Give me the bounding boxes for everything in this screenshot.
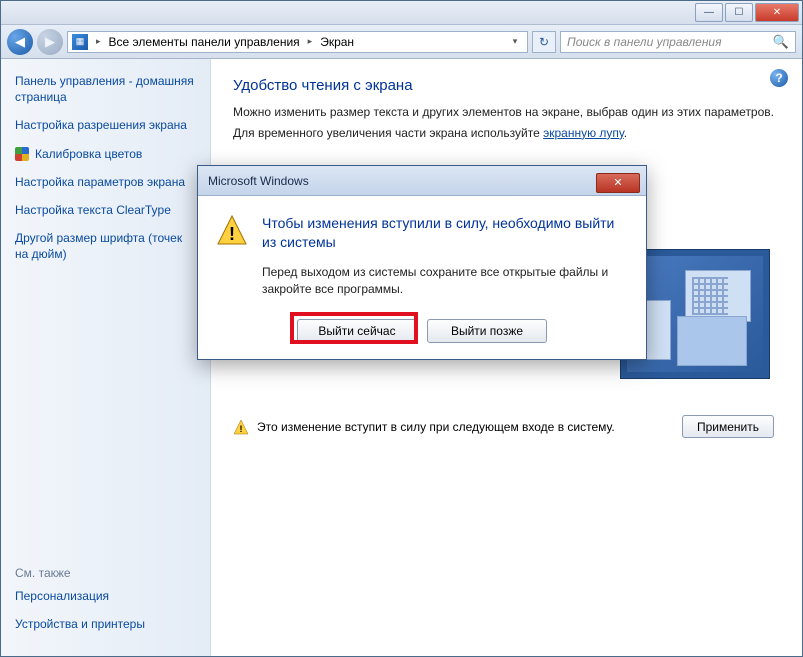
pending-change-warning: ! Это изменение вступит в силу при следу… bbox=[233, 419, 652, 435]
sidebar-link-resolution[interactable]: Настройка разрешения экрана bbox=[15, 117, 196, 133]
breadcrumb-sep-icon: ▸ bbox=[92, 36, 105, 47]
see-also-devices[interactable]: Устройства и принтеры bbox=[15, 616, 196, 632]
control-panel-icon: ▦ bbox=[72, 34, 88, 50]
dialog-titlebar: Microsoft Windows ✕ bbox=[198, 166, 646, 196]
dialog-close-button[interactable]: ✕ bbox=[596, 173, 640, 193]
sidebar-see-also: См. также Персонализация Устройства и пр… bbox=[15, 566, 196, 644]
magnifier-link[interactable]: экранную лупу bbox=[543, 126, 624, 140]
sidebar-link-calibrate[interactable]: Калибровка цветов bbox=[35, 146, 142, 162]
sidebar-link-dpi[interactable]: Другой размер шрифта (точек на дюйм) bbox=[15, 230, 196, 262]
breadcrumb-sep-icon: ▸ bbox=[304, 36, 317, 47]
maximize-button[interactable]: ☐ bbox=[725, 3, 753, 22]
back-button[interactable]: ◀ bbox=[7, 29, 33, 55]
logoff-later-button[interactable]: Выйти позже bbox=[427, 319, 547, 343]
sidebar-home-link[interactable]: Панель управления - домашняя страница bbox=[15, 73, 196, 105]
dialog-title: Microsoft Windows bbox=[208, 174, 309, 188]
apply-button[interactable]: Применить bbox=[682, 415, 774, 438]
page-description-1: Можно изменить размер текста и других эл… bbox=[233, 104, 780, 121]
see-also-header: См. также bbox=[15, 566, 196, 580]
breadcrumb-segment[interactable]: Все элементы панели управления bbox=[109, 35, 300, 49]
address-dropdown-icon[interactable]: ▾ bbox=[507, 36, 523, 47]
svg-text:!: ! bbox=[240, 424, 243, 434]
control-panel-window: — ☐ ✕ ◀ ▶ ▦ ▸ Все элементы панели управл… bbox=[0, 0, 803, 657]
navigation-bar: ◀ ▶ ▦ ▸ Все элементы панели управления ▸… bbox=[1, 25, 802, 59]
address-bar[interactable]: ▦ ▸ Все элементы панели управления ▸ Экр… bbox=[67, 31, 528, 53]
search-icon: 🔍 bbox=[773, 34, 789, 50]
sidebar-link-cleartype[interactable]: Настройка текста ClearType bbox=[15, 202, 196, 218]
page-title: Удобство чтения с экрана bbox=[233, 77, 780, 94]
dialog-heading: Чтобы изменения вступили в силу, необход… bbox=[262, 214, 628, 252]
sidebar-link-display-settings[interactable]: Настройка параметров экрана bbox=[15, 174, 196, 190]
see-also-personalization[interactable]: Персонализация bbox=[15, 588, 196, 604]
window-titlebar: — ☐ ✕ bbox=[1, 1, 802, 25]
page-description-2: Для временного увеличения части экрана и… bbox=[233, 125, 780, 142]
logoff-dialog: Microsoft Windows ✕ ! Чтобы изменения вс… bbox=[197, 165, 647, 360]
dialog-button-row: Выйти сейчас Выйти позже bbox=[198, 313, 646, 359]
warning-icon: ! bbox=[233, 419, 249, 435]
dialog-body-text: Перед выходом из системы сохраните все о… bbox=[262, 264, 628, 299]
search-input[interactable]: Поиск в панели управления 🔍 bbox=[560, 31, 796, 53]
search-placeholder: Поиск в панели управления bbox=[567, 35, 722, 49]
sidebar: Панель управления - домашняя страница На… bbox=[1, 59, 211, 656]
shield-icon bbox=[15, 147, 29, 161]
logoff-now-button[interactable]: Выйти сейчас bbox=[297, 319, 417, 343]
help-icon[interactable]: ? bbox=[770, 69, 788, 87]
refresh-button[interactable]: ↻ bbox=[532, 31, 556, 53]
forward-button[interactable]: ▶ bbox=[37, 29, 63, 55]
svg-text:!: ! bbox=[229, 224, 235, 244]
window-close-button[interactable]: ✕ bbox=[755, 3, 799, 22]
preview-window-icon bbox=[685, 270, 751, 322]
warning-text: Это изменение вступит в силу при следующ… bbox=[257, 420, 615, 434]
warning-icon: ! bbox=[216, 214, 248, 246]
preview-window-icon bbox=[677, 316, 747, 366]
breadcrumb-segment[interactable]: Экран bbox=[320, 35, 354, 49]
minimize-button[interactable]: — bbox=[695, 3, 723, 22]
